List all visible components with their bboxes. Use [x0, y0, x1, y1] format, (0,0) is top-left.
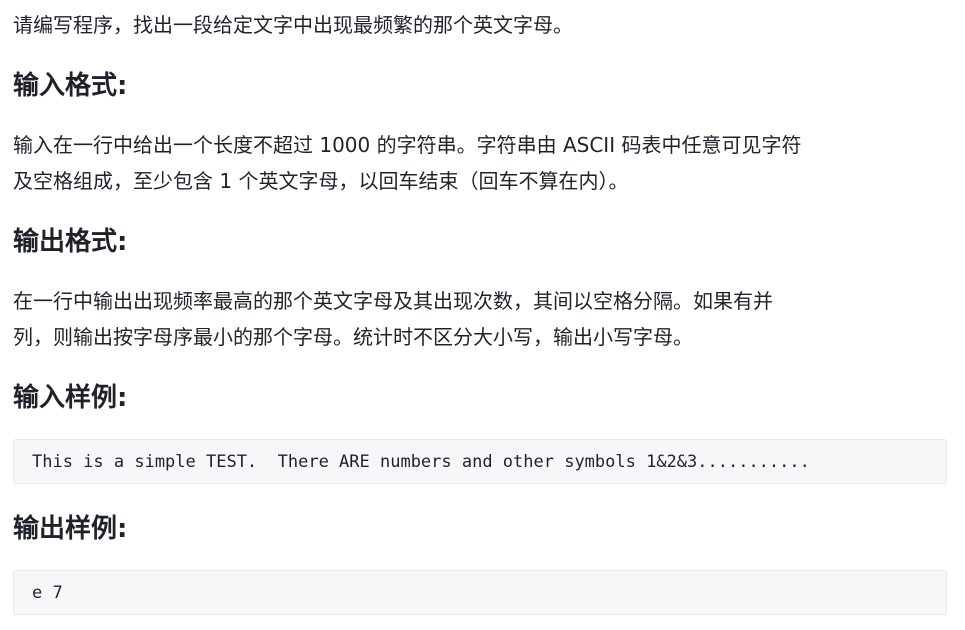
sample-output-code[interactable]: e 7	[32, 571, 63, 616]
output-format-line-1: 在一行中输出出现频率最高的那个英文字母及其出现次数，其间以空格分隔。如果有并	[13, 289, 773, 313]
sample-output-code-block[interactable]: e 7	[13, 570, 947, 615]
input-format-line-1: 输入在一行中给出一个长度不超过 1000 的字符串。字符串由 ASCII 码表中…	[13, 133, 802, 157]
sample-input-code[interactable]: This is a simple TEST. There ARE numbers…	[32, 440, 810, 485]
sample-output-heading: 输出样例:	[13, 514, 128, 544]
output-format-description: 在一行中输出出现频率最高的那个英文字母及其出现次数，其间以空格分隔。如果有并 列…	[13, 283, 949, 355]
input-format-line-2: 及空格组成，至少包含 1 个英文字母，以回车结束（回车不算在内）。	[13, 169, 629, 193]
input-format-description: 输入在一行中给出一个长度不超过 1000 的字符串。字符串由 ASCII 码表中…	[13, 127, 949, 199]
output-format-line-2: 列，则输出按字母序最小的那个字母。统计时不区分大小写，输出小写字母。	[13, 325, 693, 349]
sample-input-heading: 输入样例:	[13, 383, 128, 413]
sample-input-code-block[interactable]: This is a simple TEST. There ARE numbers…	[13, 439, 947, 484]
input-format-heading: 输入格式:	[13, 71, 128, 101]
output-format-heading: 输出格式:	[13, 227, 128, 257]
problem-intro: 请编写程序，找出一段给定文字中出现最频繁的那个英文字母。	[13, 13, 573, 37]
